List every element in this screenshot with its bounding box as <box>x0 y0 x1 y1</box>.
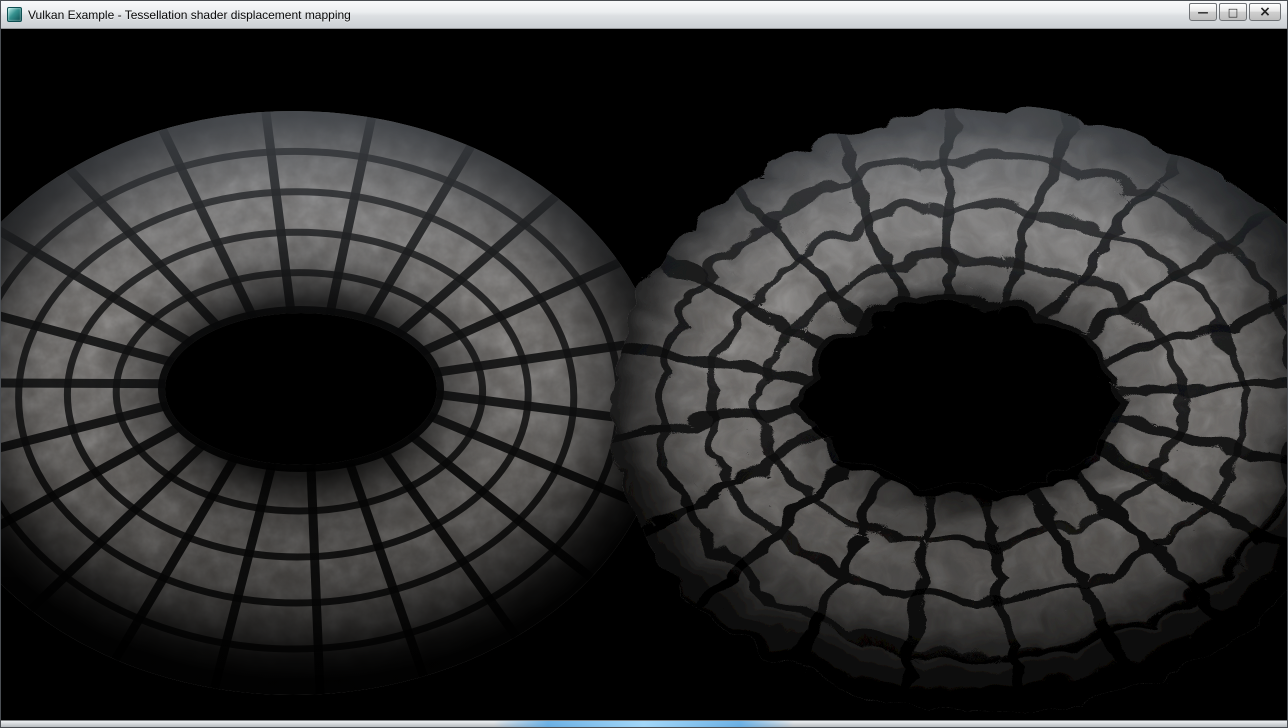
titlebar[interactable]: Vulkan Example - Tessellation shader dis… <box>1 1 1287 29</box>
window-bottom-frame <box>1 720 1287 727</box>
window-title: Vulkan Example - Tessellation shader dis… <box>28 8 351 22</box>
minimize-icon: — <box>1198 7 1209 18</box>
frame-glow <box>494 721 794 727</box>
close-icon: × <box>1259 5 1271 19</box>
close-button[interactable]: × <box>1249 3 1281 21</box>
torus-right-displacement <box>603 104 1287 704</box>
render-canvas <box>1 29 1287 720</box>
app-window: Vulkan Example - Tessellation shader dis… <box>0 0 1288 728</box>
torus-left-no-displacement <box>1 111 665 695</box>
maximize-button[interactable]: □ <box>1219 3 1247 21</box>
window-controls: — □ × <box>1189 3 1281 21</box>
maximize-icon: □ <box>1228 7 1238 18</box>
app-icon <box>7 7 22 22</box>
render-viewport[interactable] <box>1 29 1287 720</box>
minimize-button[interactable]: — <box>1189 3 1217 21</box>
